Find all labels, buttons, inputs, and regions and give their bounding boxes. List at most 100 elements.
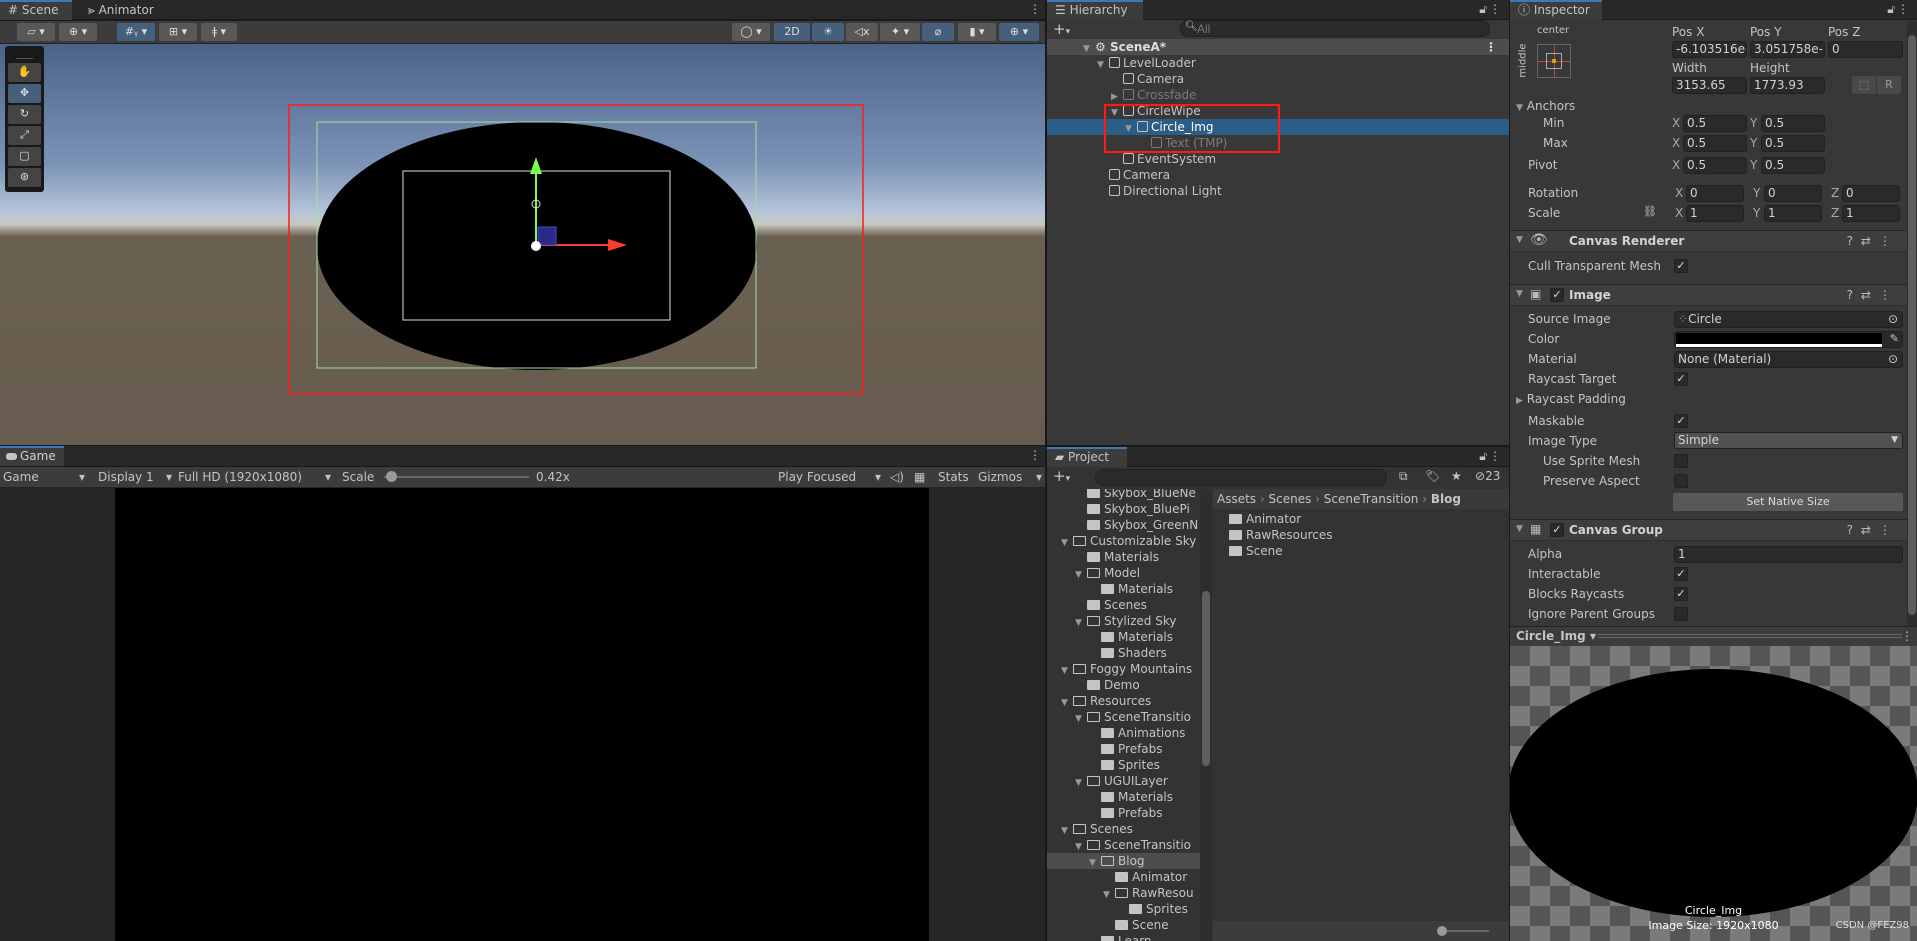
effects-button[interactable]: ✦ ▾ [880, 23, 920, 41]
expand-arrow-icon[interactable]: ▼ [1075, 711, 1087, 725]
visibility-toggle[interactable]: ⌀ [922, 23, 954, 41]
canvas-group-header[interactable]: ▼ ▦ ✓ Canvas Group ?⇄⋮ [1510, 519, 1907, 541]
hierarchy-item[interactable]: Directional Light [1047, 183, 1509, 199]
rotate-tool[interactable]: ↻ [8, 105, 41, 124]
image-enabled-checkbox[interactable]: ✓ [1550, 288, 1564, 302]
mute-audio-icon[interactable]: ◁) [890, 467, 904, 487]
pos-x-field[interactable]: -6.103516e- [1672, 41, 1747, 58]
folder-tree-item[interactable]: Sprites [1047, 901, 1200, 917]
pos-z-field[interactable]: 0 [1828, 41, 1903, 58]
folder-tree-item[interactable]: Materials [1047, 789, 1200, 805]
folder-item[interactable]: Animator [1213, 511, 1509, 527]
camera-button[interactable]: ▮ ▾ [958, 23, 996, 41]
folder-tree-item[interactable]: ▼ SceneTransitio [1047, 709, 1200, 725]
breadcrumb-item[interactable]: Blog [1431, 492, 1461, 506]
hand-tool[interactable]: ✋ [8, 63, 41, 82]
lock-icon[interactable]: 🔓︎ [1479, 2, 1487, 17]
folder-tree-item[interactable]: ▼ RawResou [1047, 885, 1200, 901]
move-tool[interactable]: ✥ [8, 84, 41, 103]
pos-y-field[interactable]: 3.051758e-( [1750, 41, 1825, 58]
folder-tree-item[interactable]: Animator [1047, 869, 1200, 885]
folder-tree-item[interactable]: Materials [1047, 581, 1200, 597]
tab-game[interactable]: Game [0, 446, 64, 466]
canvas-renderer-header[interactable]: ▼ 👁︎ Canvas Renderer ?⇄⋮ [1510, 230, 1907, 252]
transform-tool[interactable]: ⊛ [8, 168, 41, 187]
expand-arrow-icon[interactable]: ▼ [1061, 695, 1073, 709]
create-button[interactable]: +▾ [1053, 20, 1070, 38]
shading-button[interactable]: ◯ ▾ [732, 23, 770, 41]
folder-tree-item[interactable]: Scenes [1047, 597, 1200, 613]
raw-edit-button[interactable]: R [1877, 76, 1901, 94]
display-dropdown[interactable]: Display 1 ▾ [98, 467, 174, 487]
expand-arrow-icon[interactable]: ▼ [1061, 663, 1073, 677]
lock-icon[interactable]: 🔓︎ [1887, 2, 1895, 17]
hierarchy-item[interactable]: ▶ Crossfade [1047, 87, 1509, 103]
folder-tree-item[interactable]: ▼ Foggy Mountains [1047, 661, 1200, 677]
folder-tree-item[interactable]: Scene [1047, 917, 1200, 933]
component-icons[interactable]: ?⇄⋮ [1847, 234, 1899, 248]
tab-scene[interactable]: # Scene [0, 0, 72, 20]
raycast-padding-foldout[interactable]: ▶ Raycast Padding [1516, 392, 1626, 406]
grid-snap-button[interactable]: #ᵧ ▾ [117, 23, 155, 41]
preview-object-dropdown[interactable]: Circle_Img ▾ [1516, 629, 1596, 643]
folder-tree-item[interactable]: Skybox_BluePi [1047, 501, 1200, 517]
stats-grid-icon[interactable]: ▦ [914, 467, 925, 487]
scale-y-field[interactable]: 1 [1764, 205, 1822, 222]
slider-handle[interactable] [386, 471, 398, 482]
rot-x-field[interactable]: 0 [1686, 185, 1744, 202]
folder-tree-item[interactable]: Materials [1047, 629, 1200, 645]
icon-size-slider[interactable] [1437, 926, 1489, 936]
project-search-input[interactable] [1095, 469, 1387, 486]
scale-z-field[interactable]: 1 [1842, 205, 1900, 222]
folder-tree-item[interactable]: ▼ Model [1047, 565, 1200, 581]
blueprint-mode-button[interactable]: ⬚ [1852, 76, 1876, 94]
min-x-field[interactable]: 0.5 [1683, 115, 1747, 132]
folder-tree-item[interactable]: ▼ SceneTransitio [1047, 837, 1200, 853]
hierarchy-search-input[interactable] [1180, 20, 1490, 37]
expand-arrow-icon[interactable]: ▼ [1089, 855, 1101, 869]
globe-button[interactable]: ⊕ ▾ [59, 23, 97, 41]
scale-x-field[interactable]: 1 [1686, 205, 1744, 222]
folder-item[interactable]: RawResources [1213, 527, 1509, 543]
expand-arrow-icon[interactable]: ▶ [1111, 89, 1123, 103]
tab-inspector[interactable]: ⓘ Inspector [1510, 0, 1602, 20]
folder-tree-item[interactable]: Prefabs [1047, 805, 1200, 821]
lighting-toggle[interactable]: ☀ [812, 23, 844, 41]
eyedropper-icon[interactable]: ✎ [1890, 332, 1899, 345]
folder-tree-item[interactable]: Materials [1047, 549, 1200, 565]
raycast-checkbox[interactable]: ✓ [1674, 372, 1688, 386]
filter-by-label-icon[interactable]: 🏷︎ [1425, 469, 1440, 483]
rot-z-field[interactable]: 0 [1842, 185, 1900, 202]
cull-checkbox[interactable]: ✓ [1674, 259, 1688, 273]
folder-tree-item[interactable]: Learn [1047, 933, 1200, 941]
canvas-group-enabled-checkbox[interactable]: ✓ [1550, 523, 1564, 537]
breadcrumb-item[interactable]: Assets [1217, 492, 1256, 506]
gizmos-dropdown[interactable]: Gizmos ▾ [978, 467, 1042, 487]
set-native-size-button[interactable]: Set Native Size [1673, 493, 1903, 511]
expand-arrow-icon[interactable]: ▼ [1103, 887, 1115, 901]
search-by-type-icon[interactable]: ⧉ [1399, 469, 1408, 484]
more-icon[interactable]: ⋮ [1489, 2, 1501, 16]
breadcrumb-item[interactable]: SceneTransition [1324, 492, 1419, 506]
expand-arrow-icon[interactable]: ▼ [1075, 615, 1087, 629]
snap-button[interactable]: ⊞ ▾ [159, 23, 197, 41]
sprite-mesh-checkbox[interactable] [1674, 454, 1688, 468]
play-mode-dropdown[interactable]: Play Focused ▾ [778, 467, 883, 487]
stats-button[interactable]: Stats [938, 467, 969, 487]
expand-arrow-icon[interactable]: ▼ [1061, 535, 1073, 549]
pivot-y-field[interactable]: 0.5 [1761, 157, 1825, 174]
more-icon[interactable]: ⋮ [1901, 629, 1913, 643]
preview-resize-handle[interactable] [1598, 634, 1902, 638]
hierarchy-item[interactable]: Camera [1047, 167, 1509, 183]
color-field[interactable]: ✎ [1674, 331, 1903, 348]
interactable-checkbox[interactable]: ✓ [1674, 567, 1688, 581]
anchors-foldout[interactable]: ▼ Anchors [1516, 99, 1575, 113]
breadcrumb-item[interactable]: Scenes [1269, 492, 1312, 506]
image-type-dropdown[interactable]: Simple ▼ [1674, 432, 1903, 449]
expand-arrow-icon[interactable]: ▼ [1097, 57, 1109, 71]
component-icons[interactable]: ?⇄⋮ [1847, 288, 1899, 302]
pivot-icon[interactable] [531, 241, 541, 251]
alpha-field[interactable]: 1 [1674, 546, 1903, 563]
audio-toggle[interactable]: ◁x [846, 23, 878, 41]
resolution-dropdown[interactable]: Full HD (1920x1080) ▾ [178, 467, 333, 487]
